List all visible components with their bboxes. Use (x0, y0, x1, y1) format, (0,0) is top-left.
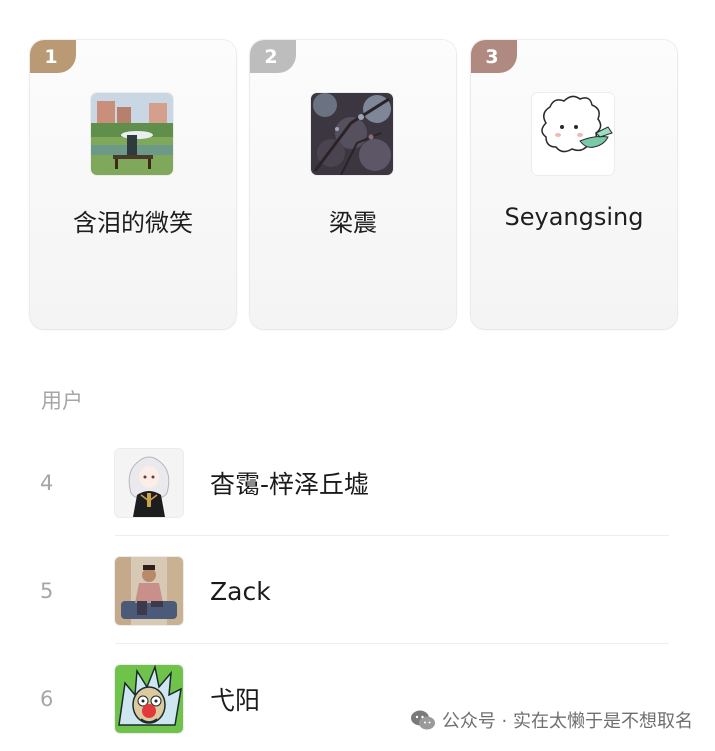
avatar[interactable] (115, 449, 183, 517)
row-name: 杳霭-梓泽丘墟 (210, 470, 370, 499)
avatar-park-image (91, 93, 173, 175)
row-name: 弋阳 (210, 686, 261, 715)
list-item[interactable]: 4 杳霭-梓泽丘墟 (0, 449, 715, 557)
avatar[interactable] (115, 665, 183, 733)
podium-card-3[interactable]: 3 Seyangsing (471, 40, 677, 329)
row-rank: 5 (40, 579, 54, 603)
leaderboard-page: 1 含泪的微笑 2 梁震 3 Seyangsing 用户 4 杳霭-梓泽丘墟 5… (0, 0, 715, 751)
row-name: Zack (210, 576, 271, 606)
avatar-man-sofa-photo (115, 557, 183, 625)
row-divider (115, 535, 669, 536)
watermark: 公众号 · 实在太懒于是不想取名 (410, 707, 693, 733)
avatar[interactable] (115, 557, 183, 625)
podium-card-1[interactable]: 1 含泪的微笑 (30, 40, 236, 329)
row-divider (115, 643, 669, 644)
list-item[interactable]: 5 Zack (0, 557, 715, 665)
rank-badge-2: 2 (250, 40, 296, 73)
rank-badge-1: 1 (30, 40, 76, 73)
watermark-text: 公众号 · 实在太懒于是不想取名 (441, 711, 693, 732)
wechat-icon (410, 710, 435, 730)
avatar-anime-girl (115, 449, 183, 517)
avatar[interactable] (532, 93, 614, 175)
podium-name: 梁震 (329, 209, 377, 237)
row-rank: 4 (40, 471, 54, 495)
row-rank: 6 (40, 687, 54, 711)
section-label-users: 用户 (41, 389, 83, 413)
avatar-sheep-cartoon (532, 93, 614, 175)
podium-name: Seyangsing (504, 203, 644, 231)
avatar[interactable] (311, 93, 393, 175)
avatar-foliage-image (311, 93, 393, 175)
rank-badge-3: 3 (471, 40, 517, 73)
podium-card-2[interactable]: 2 梁震 (250, 40, 456, 329)
avatar[interactable] (91, 93, 173, 175)
avatar-cartoon-scientist (115, 665, 183, 733)
podium-name: 含泪的微笑 (73, 209, 193, 237)
